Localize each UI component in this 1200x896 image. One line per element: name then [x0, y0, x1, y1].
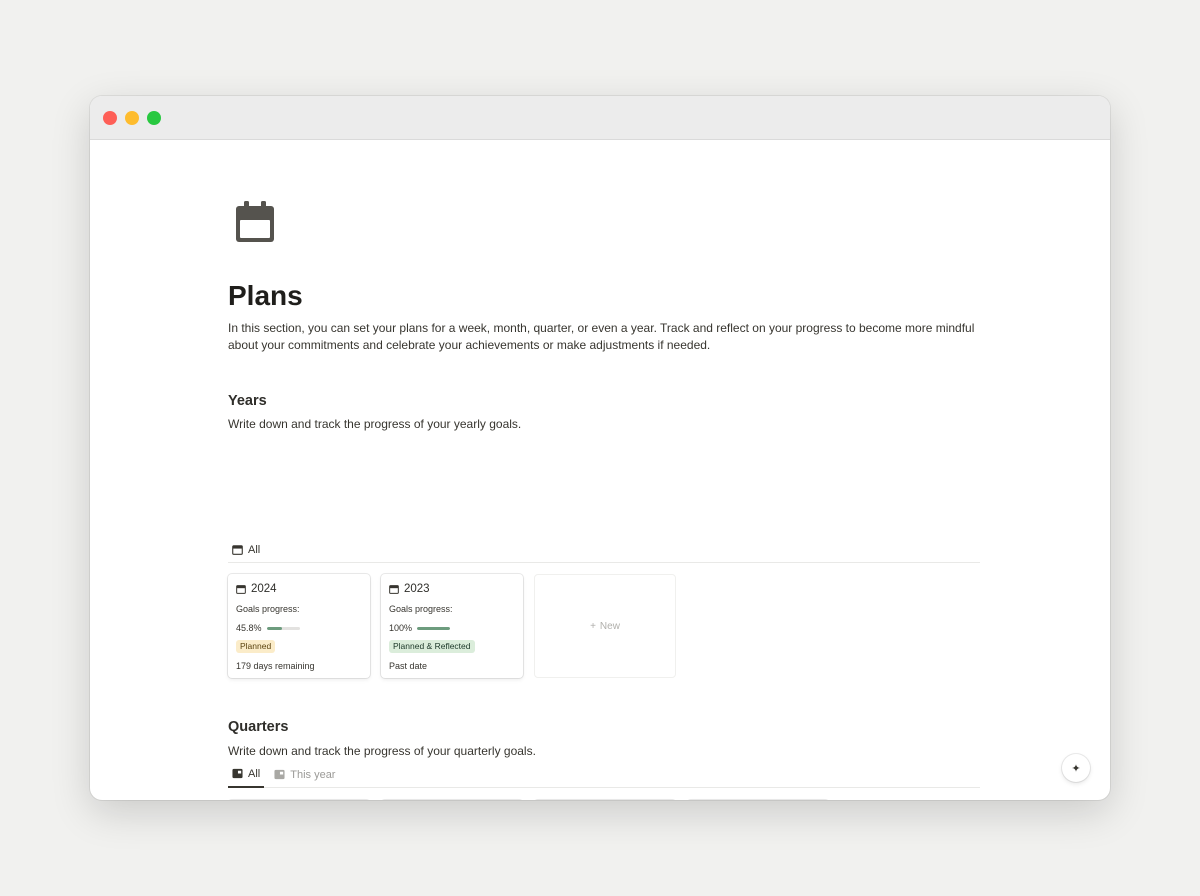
- years-description: Write down and track the progress of you…: [228, 417, 522, 431]
- progress-value: 45.8%: [236, 623, 262, 633]
- app-window: Plans In this section, you can set your …: [90, 96, 1110, 800]
- page-title: Plans: [228, 280, 303, 311]
- calendar-small-icon: [232, 545, 243, 555]
- status-badge: Planned & Reflected: [389, 640, 475, 653]
- close-window-button[interactable]: [103, 110, 117, 125]
- card-footer: 179 days remaining: [236, 661, 315, 671]
- years-card[interactable]: 2024 Goals progress: 45.8% Planned 179 days …: [228, 574, 370, 678]
- status-badge: Planned: [236, 640, 276, 653]
- card-title: 2024: [236, 582, 362, 596]
- plus-icon: +: [590, 620, 596, 632]
- tab-quarters-this-year[interactable]: This year: [270, 762, 339, 788]
- tab-quarters-all[interactable]: All: [228, 762, 265, 788]
- tab-label: All: [248, 543, 261, 556]
- card-footer: Past date: [389, 661, 428, 671]
- tab-label: This year: [290, 768, 336, 781]
- tab-years-all[interactable]: All: [228, 537, 264, 563]
- progress-row: 100%: [389, 622, 515, 634]
- board-icon: [232, 768, 243, 779]
- calendar-icon: [236, 585, 246, 594]
- progress-row: 45.8%: [236, 622, 362, 634]
- board-icon: [274, 769, 285, 780]
- maximize-window-button[interactable]: [147, 110, 161, 125]
- years-heading: Years: [228, 393, 267, 409]
- quarters-view-tabs: All This year: [228, 762, 980, 788]
- tab-label: All: [248, 767, 261, 780]
- page-description: In this section, you can set your plans …: [228, 321, 975, 352]
- sparkle-icon[interactable]: ✦: [1062, 754, 1090, 782]
- title-bar: [90, 96, 1110, 140]
- calendar-icon[interactable]: [234, 200, 276, 244]
- progress-bar: [417, 626, 451, 630]
- years-new-button[interactable]: + New: [534, 574, 676, 678]
- progress-bar-fill: [417, 626, 451, 630]
- progress-label: Goals progress:: [389, 604, 453, 614]
- progress-bar-fill: [266, 626, 282, 630]
- progress-bar: [266, 626, 300, 630]
- new-label: New: [599, 620, 620, 632]
- quarters-heading: Quarters: [228, 719, 289, 735]
- calendar-icon: [389, 585, 399, 594]
- card-title: 2023: [389, 582, 515, 596]
- minimize-window-button[interactable]: [125, 110, 139, 125]
- years-view-tabs: All: [228, 537, 980, 563]
- progress-label: Goals progress:: [236, 604, 300, 614]
- years-card[interactable]: 2023 Goals progress: 100% Planned & Reflect…: [381, 574, 523, 678]
- progress-value: 100%: [389, 623, 413, 633]
- quarters-description: Write down and track the progress of you…: [228, 744, 536, 758]
